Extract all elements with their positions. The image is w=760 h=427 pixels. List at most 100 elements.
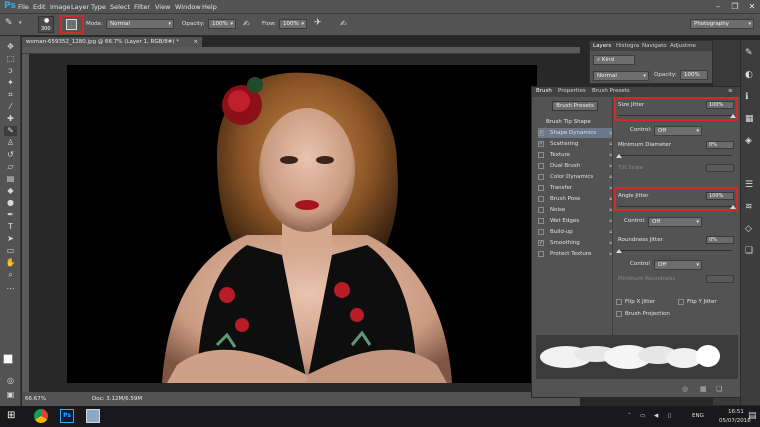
checkbox[interactable] xyxy=(538,196,544,202)
option-dual-brush[interactable]: Dual Brush 🔒︎ xyxy=(538,161,612,171)
slider-handle[interactable] xyxy=(616,154,622,158)
tab-navigator[interactable]: Navigato xyxy=(642,43,667,49)
opacity-input[interactable]: 100% ▾ xyxy=(208,19,236,29)
menu-window[interactable]: Window xyxy=(175,3,201,11)
zoom-level[interactable]: 66.67% xyxy=(25,392,46,406)
tab-brush[interactable]: Brush xyxy=(536,88,552,94)
path-select-tool-icon[interactable]: ➤ xyxy=(4,234,17,244)
crop-tool-icon[interactable]: ⌗ xyxy=(4,90,17,100)
quick-mask-icon[interactable]: ◎ xyxy=(4,376,17,386)
brush-panel-toggle-icon[interactable] xyxy=(66,19,77,30)
checkbox[interactable]: ✓ xyxy=(538,240,544,246)
tab-adjustments[interactable]: Adjustme xyxy=(670,43,696,49)
move-tool-icon[interactable]: ✥ xyxy=(4,42,17,52)
slider-handle[interactable] xyxy=(616,249,622,253)
chevron-down-icon[interactable]: ▾ xyxy=(19,20,22,26)
toggle-live-tip-icon[interactable]: ◎ xyxy=(682,385,688,393)
styles-panel-icon[interactable]: ◈ xyxy=(745,136,752,146)
menu-image[interactable]: Image xyxy=(50,3,70,11)
checkbox[interactable] xyxy=(538,174,544,180)
eraser-tool-icon[interactable]: ▱ xyxy=(4,162,17,172)
brush-tip-shape-item[interactable]: Brush Tip Shape xyxy=(546,119,591,125)
pressure-opacity-icon[interactable]: ✍ xyxy=(243,19,250,28)
volume-icon[interactable]: ◀ xyxy=(654,413,658,419)
tab-properties[interactable]: Properties xyxy=(558,88,586,94)
hand-tool-icon[interactable]: ✋ xyxy=(4,258,17,268)
slider-handle[interactable] xyxy=(730,114,736,118)
layers-panel-icon[interactable]: ❏ xyxy=(745,246,753,256)
quick-select-tool-icon[interactable]: ✦ xyxy=(4,78,17,88)
photoshop-taskbar-icon[interactable]: Ps xyxy=(60,409,74,423)
size-jitter-input[interactable]: 100% xyxy=(706,101,734,109)
tab-layers[interactable]: Layers xyxy=(593,43,611,49)
clock-date[interactable]: 05/07/2016 xyxy=(719,418,751,424)
stamp-tool-icon[interactable]: ♙ xyxy=(4,138,17,148)
panel-menu-icon[interactable]: ≡ xyxy=(728,88,733,94)
checkbox[interactable] xyxy=(538,152,544,158)
flip-x-checkbox[interactable] xyxy=(616,299,622,305)
slider-handle[interactable] xyxy=(730,205,736,209)
restore-button[interactable]: ❐ xyxy=(727,0,743,14)
more-tools-icon[interactable]: … xyxy=(4,282,17,292)
minimize-button[interactable]: – xyxy=(710,0,726,14)
notifications-icon[interactable]: ▤ xyxy=(748,411,757,421)
angle-control-select[interactable]: Off ▾ xyxy=(648,217,702,227)
zoom-tool-icon[interactable]: ⌕ xyxy=(4,270,17,280)
flow-input[interactable]: 100% ▾ xyxy=(279,19,307,29)
type-tool-icon[interactable]: T xyxy=(4,222,17,232)
file-explorer-icon[interactable] xyxy=(86,409,100,423)
option-transfer[interactable]: Transfer 🔒︎ xyxy=(538,183,612,193)
tab-histogram[interactable]: Histogra xyxy=(616,43,639,49)
checkbox[interactable] xyxy=(538,229,544,235)
workspace-select[interactable]: Photography ▾ xyxy=(690,19,754,29)
option-texture[interactable]: Texture 🔒︎ xyxy=(538,150,612,160)
close-icon[interactable]: × xyxy=(193,37,198,47)
channels-panel-icon[interactable]: ≋ xyxy=(745,202,753,212)
clock-time[interactable]: 16:51 xyxy=(728,409,744,415)
layer-filter-select[interactable]: ⌕ Kind xyxy=(593,55,635,65)
checkbox[interactable] xyxy=(538,218,544,224)
healing-tool-icon[interactable]: ✚ xyxy=(4,114,17,124)
option-scattering[interactable]: ✓ Scattering 🔒︎ xyxy=(538,139,612,149)
checkbox[interactable]: ✓ xyxy=(538,130,544,136)
dodge-tool-icon[interactable]: ● xyxy=(4,198,17,208)
checkbox[interactable] xyxy=(538,207,544,213)
shape-tool-icon[interactable]: ▭ xyxy=(4,246,17,256)
lasso-tool-icon[interactable]: ↄ xyxy=(4,66,17,76)
color-panel-icon[interactable]: ◐ xyxy=(745,70,753,80)
option-smoothing[interactable]: ✓ Smoothing 🔒︎ xyxy=(538,238,612,248)
airbrush-icon[interactable]: ✈ xyxy=(314,18,322,28)
swatches-panel-icon[interactable]: ▦ xyxy=(745,114,754,124)
eyedropper-tool-icon[interactable]: ⁄ xyxy=(4,102,17,112)
size-control-select[interactable]: Off ▾ xyxy=(654,126,702,136)
layer-opacity-input[interactable]: 100% xyxy=(680,70,708,80)
grid-icon[interactable]: ▦ xyxy=(700,385,707,393)
windows-start-icon[interactable]: ⊞ xyxy=(7,410,15,421)
option-noise[interactable]: Noise 🔒︎ xyxy=(538,205,612,215)
option-wet-edges[interactable]: Wet Edges 🔒︎ xyxy=(538,216,612,226)
min-diameter-slider[interactable] xyxy=(618,155,732,156)
brush-presets-button[interactable]: Brush Presets xyxy=(552,101,598,111)
min-diameter-input[interactable]: 0% xyxy=(706,141,734,149)
marquee-tool-icon[interactable]: ⬚ xyxy=(4,54,17,64)
pen-tool-icon[interactable]: ✒ xyxy=(4,210,17,220)
info-panel-icon[interactable]: ℹ xyxy=(745,92,748,102)
roundness-jitter-input[interactable]: 0% xyxy=(706,236,734,244)
option-build-up[interactable]: Build-up 🔒︎ xyxy=(538,227,612,237)
document-tab[interactable]: woman-659352_1280.jpg @ 66.7% (Layer 1, … xyxy=(22,37,202,47)
menu-help[interactable]: Help xyxy=(202,3,217,11)
menu-edit[interactable]: Edit xyxy=(33,3,46,11)
new-brush-icon[interactable]: ❏ xyxy=(716,385,722,393)
brush-preset-picker[interactable]: ● 300 xyxy=(38,16,54,33)
battery-icon[interactable]: ▯ xyxy=(668,413,671,419)
document-canvas[interactable] xyxy=(67,65,537,383)
flip-y-checkbox[interactable] xyxy=(678,299,684,305)
screen-mode-icon[interactable]: ▣ xyxy=(4,390,17,400)
vertical-ruler[interactable] xyxy=(22,54,29,392)
menu-layer[interactable]: Layer xyxy=(71,3,89,11)
brush-panel-icon[interactable]: ✎ xyxy=(745,48,753,58)
paths-panel-icon[interactable]: ◇ xyxy=(745,224,752,234)
size-jitter-slider[interactable] xyxy=(618,115,732,116)
pressure-size-icon[interactable]: ✍ xyxy=(340,19,347,28)
mode-select[interactable]: Normal ▾ xyxy=(106,19,174,29)
